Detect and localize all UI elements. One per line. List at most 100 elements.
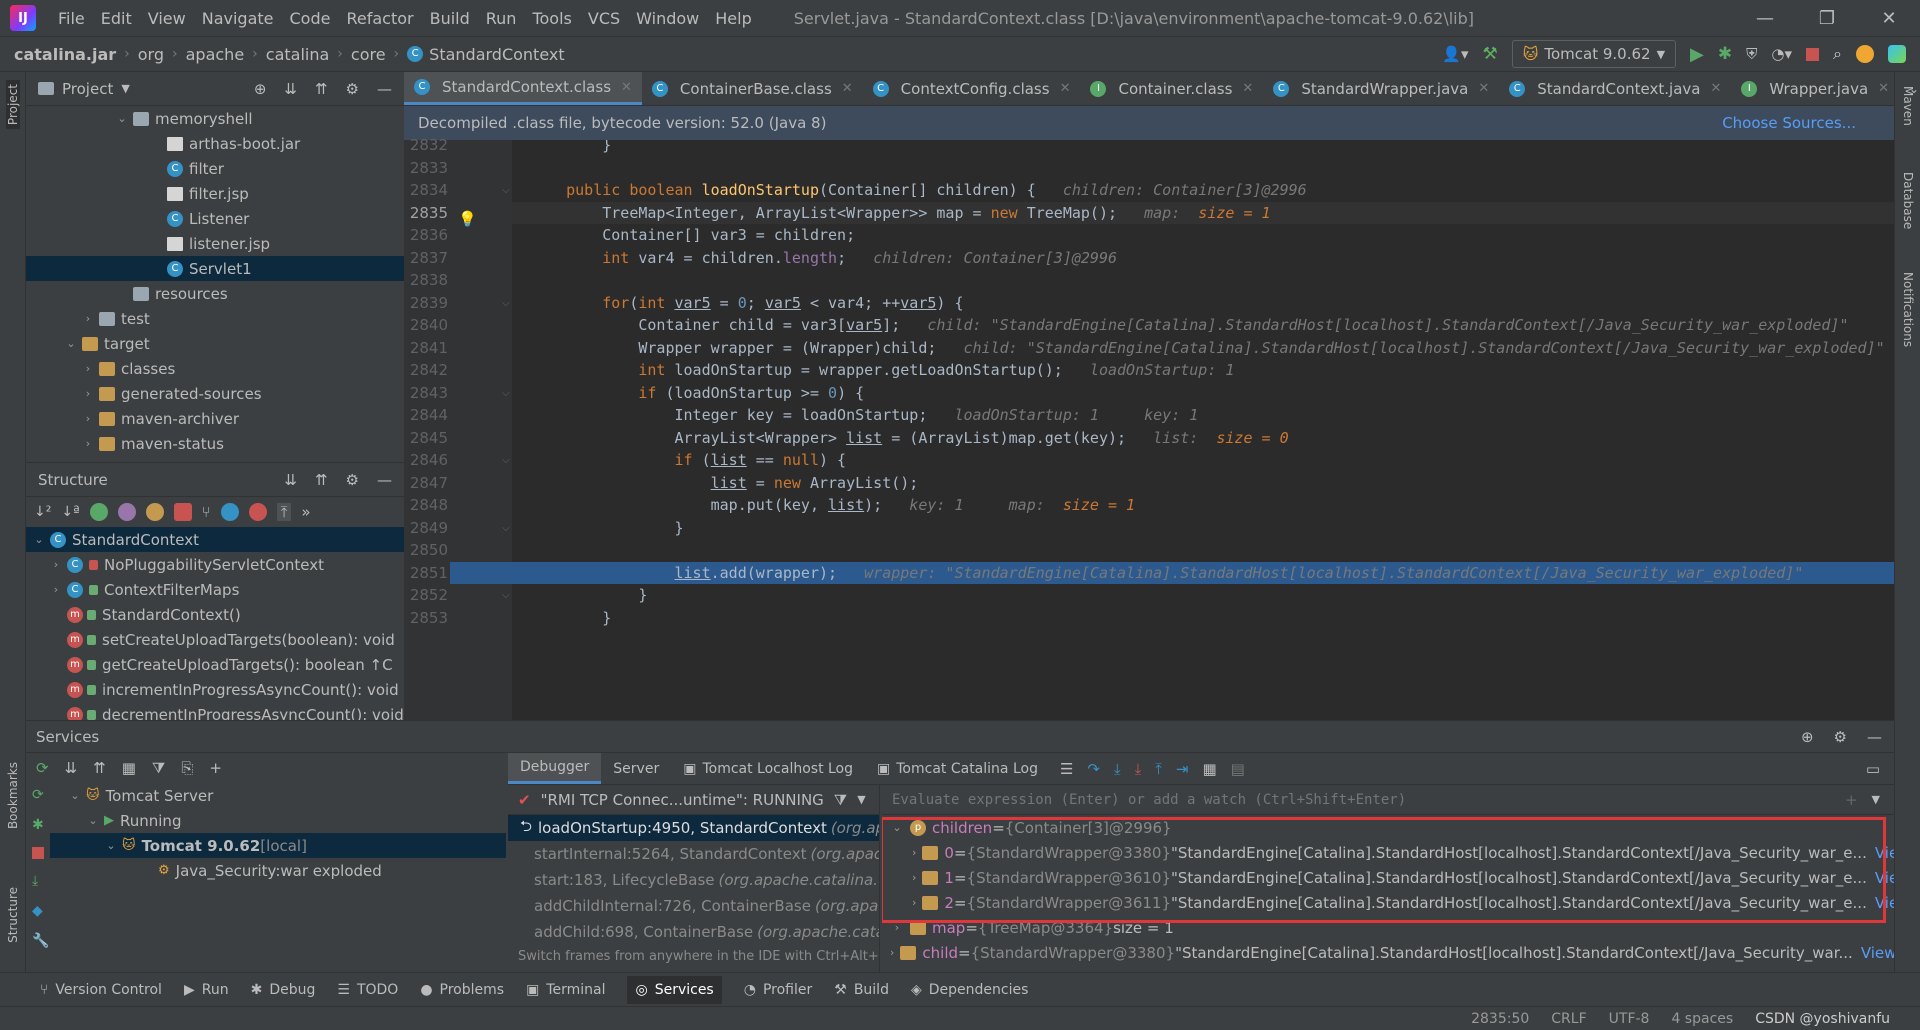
breadcrumb-item[interactable]: core (351, 45, 386, 64)
file-encoding[interactable]: UTF-8 (1609, 1011, 1650, 1027)
gear-icon[interactable]: ⚙ (1834, 728, 1847, 746)
close-window-button[interactable]: ✕ (1858, 8, 1920, 29)
services-tree-item[interactable]: ⌄ 🐱 Tomcat 9.0.62 [local] (50, 833, 506, 858)
step-out-icon[interactable]: ⤒ (1155, 760, 1162, 778)
menu-edit[interactable]: Edit (93, 9, 140, 28)
stop-icon[interactable] (1806, 47, 1820, 61)
tool-window-problems[interactable]: ● Problems (420, 982, 504, 998)
run-to-cursor-icon[interactable]: ⇥ (1176, 760, 1189, 778)
tab-containerbase-class[interactable]: C ContainerBase.class ✕ (642, 72, 863, 105)
stack-frame[interactable]: addChildInternal:726, ContainerBase (org.… (508, 893, 879, 919)
filter-icon[interactable]: ⧩ (152, 759, 165, 777)
breadcrumb-item[interactable]: StandardContext (429, 45, 564, 64)
project-panel-item[interactable]: ⌄ memoryshell (26, 106, 404, 131)
stack-frame[interactable]: startInternal:5264, StandardContext (org.… (508, 841, 879, 867)
structure-panel-item[interactable]: › C ContextFilterMaps (26, 577, 404, 602)
services-tree-item[interactable]: ⌄ 🐱 Tomcat Server (50, 783, 506, 808)
chevron-right-icon[interactable]: › (81, 437, 95, 450)
structure-panel-item[interactable]: m getCreateUploadTargets(): boolean ↑C (26, 652, 404, 677)
chevron-right-icon[interactable]: › (890, 946, 894, 959)
tab-wrapper-java[interactable]: I Wrapper.java ✕ (1731, 72, 1899, 105)
sort-visibility-icon[interactable]: ↓² (34, 504, 51, 520)
wrench-icon[interactable]: 🔧 (32, 933, 49, 949)
show-properties-icon[interactable] (117, 503, 136, 521)
menu-window[interactable]: Window (628, 9, 707, 28)
project-panel-item[interactable]: › maven-archiver (26, 406, 404, 431)
tool-window-debug[interactable]: ✱ Debug (251, 982, 316, 998)
artifact-icon[interactable]: ◆ (32, 903, 49, 919)
show-lambdas-icon[interactable]: ⑂ (202, 503, 211, 521)
fold-marker-icon[interactable]: ⌵ (502, 298, 510, 309)
expand-all-icon[interactable]: ⇊ (284, 471, 297, 489)
chevron-right-icon[interactable]: › (49, 583, 63, 596)
force-step-into-icon[interactable]: ⤓ (1135, 760, 1142, 778)
structure-panel-item[interactable]: › C NoPluggabilityServletContext (26, 552, 404, 577)
chevron-right-icon[interactable]: › (81, 362, 95, 375)
tool-window-version-control[interactable]: ⑂ Version Control (40, 982, 162, 998)
gear-icon[interactable]: ⚙ (346, 471, 359, 489)
intention-bulb-icon[interactable]: 💡 (458, 210, 477, 228)
debugger-tab-debugger[interactable]: Debugger (508, 753, 602, 784)
bookmarks-tool-tab[interactable]: Bookmarks (6, 762, 20, 829)
menu-view[interactable]: View (140, 9, 194, 28)
show-abstract-icon[interactable] (248, 503, 267, 521)
project-panel-item[interactable]: arthas-boot.jar (26, 131, 404, 156)
chevron-down-icon[interactable]: ▼ (857, 793, 865, 806)
fold-marker-icon[interactable]: ⌵ (502, 590, 510, 601)
chevron-down-icon[interactable]: ▼ (1872, 793, 1880, 806)
services-tree-item[interactable]: ⌄ ▶ Running (50, 808, 506, 833)
structure-panel-item[interactable]: m StandardContext() (26, 602, 404, 627)
run-icon[interactable]: ▶ (1690, 44, 1704, 65)
tab-standardcontext-java[interactable]: C StandardContext.java ✕ (1499, 72, 1731, 105)
breadcrumb-item[interactable]: catalina (266, 45, 330, 64)
run-configuration-select[interactable]: 🐱 Tomcat 9.0.62 ▼ (1511, 40, 1677, 68)
gear-icon[interactable]: ⚙ (346, 80, 359, 98)
stack-frame[interactable]: addChild:698, ContainerBase (org.apache.c… (508, 919, 879, 945)
debugger-tab-tomcat-catalina-log[interactable]: ▣ Tomcat Catalina Log (865, 753, 1050, 784)
chevron-down-icon[interactable]: ⌄ (115, 112, 129, 125)
project-panel-item[interactable]: › generated-sources (26, 381, 404, 406)
expand-all-icon[interactable]: ⇊ (284, 80, 297, 98)
close-icon[interactable]: ✕ (1242, 81, 1253, 96)
menu-vcs[interactable]: VCS (580, 9, 628, 28)
close-icon[interactable]: ✕ (1710, 81, 1721, 96)
project-panel-item[interactable]: › classes (26, 356, 404, 381)
chevron-down-icon[interactable]: ⌄ (86, 814, 100, 827)
project-panel-item[interactable]: C Servlet1 (26, 256, 404, 281)
evaluate-expression-input[interactable] (892, 791, 1772, 808)
plugin-icon[interactable] (1888, 45, 1906, 63)
chevron-right-icon[interactable]: › (81, 387, 95, 400)
tool-window-services[interactable]: ◎ Services (627, 975, 722, 1004)
variable-row[interactable]: › child = {StandardWrapper@3380} "Standar… (890, 940, 1894, 965)
menu-refactor[interactable]: Refactor (338, 9, 421, 28)
menu-navigate[interactable]: Navigate (194, 9, 282, 28)
menu-tools[interactable]: Tools (524, 9, 579, 28)
chevron-right-icon[interactable]: › (81, 412, 95, 425)
minimize-button[interactable]: — (1734, 8, 1796, 29)
update-icon[interactable] (1856, 45, 1874, 63)
structure-panel-item[interactable]: m incrementInProgressAsyncCount(): void (26, 677, 404, 702)
indent-setting[interactable]: 4 spaces (1671, 1011, 1733, 1027)
rerun-icon[interactable]: ⟳ (32, 787, 49, 803)
chevron-down-icon[interactable]: ⌄ (104, 839, 118, 852)
show-non-public-icon[interactable] (173, 503, 192, 521)
project-panel-item[interactable]: listener.jsp (26, 231, 404, 256)
structure-tool-tab[interactable]: Structure (6, 887, 20, 943)
globe-icon[interactable]: ⊕ (1801, 728, 1814, 746)
structure-panel-item[interactable]: m decrementInProgressAsyncCount(): void (26, 702, 404, 721)
filter-icon[interactable]: ⧩ (834, 791, 847, 809)
breadcrumb-item[interactable]: catalina.jar (14, 45, 116, 64)
new-tab-icon[interactable]: ⎘ (181, 759, 193, 777)
debugger-tab-server[interactable]: Server (601, 753, 671, 784)
tool-window-todo[interactable]: ☰ TODO (337, 982, 398, 998)
show-anonymous-icon[interactable] (220, 503, 239, 521)
project-panel-item[interactable]: C Listener (26, 206, 404, 231)
chevron-right-icon[interactable]: › (49, 558, 63, 571)
add-service-icon[interactable]: + (209, 759, 222, 777)
trace-icon[interactable]: ▤ (1231, 760, 1245, 778)
code-editor[interactable]: } public boolean loadOnStartup(Container… (512, 140, 1894, 720)
menu-help[interactable]: Help (707, 9, 759, 28)
step-into-icon[interactable]: ⤓ (1114, 760, 1121, 778)
project-panel-item[interactable]: › test (26, 306, 404, 331)
menu-run[interactable]: Run (478, 9, 525, 28)
